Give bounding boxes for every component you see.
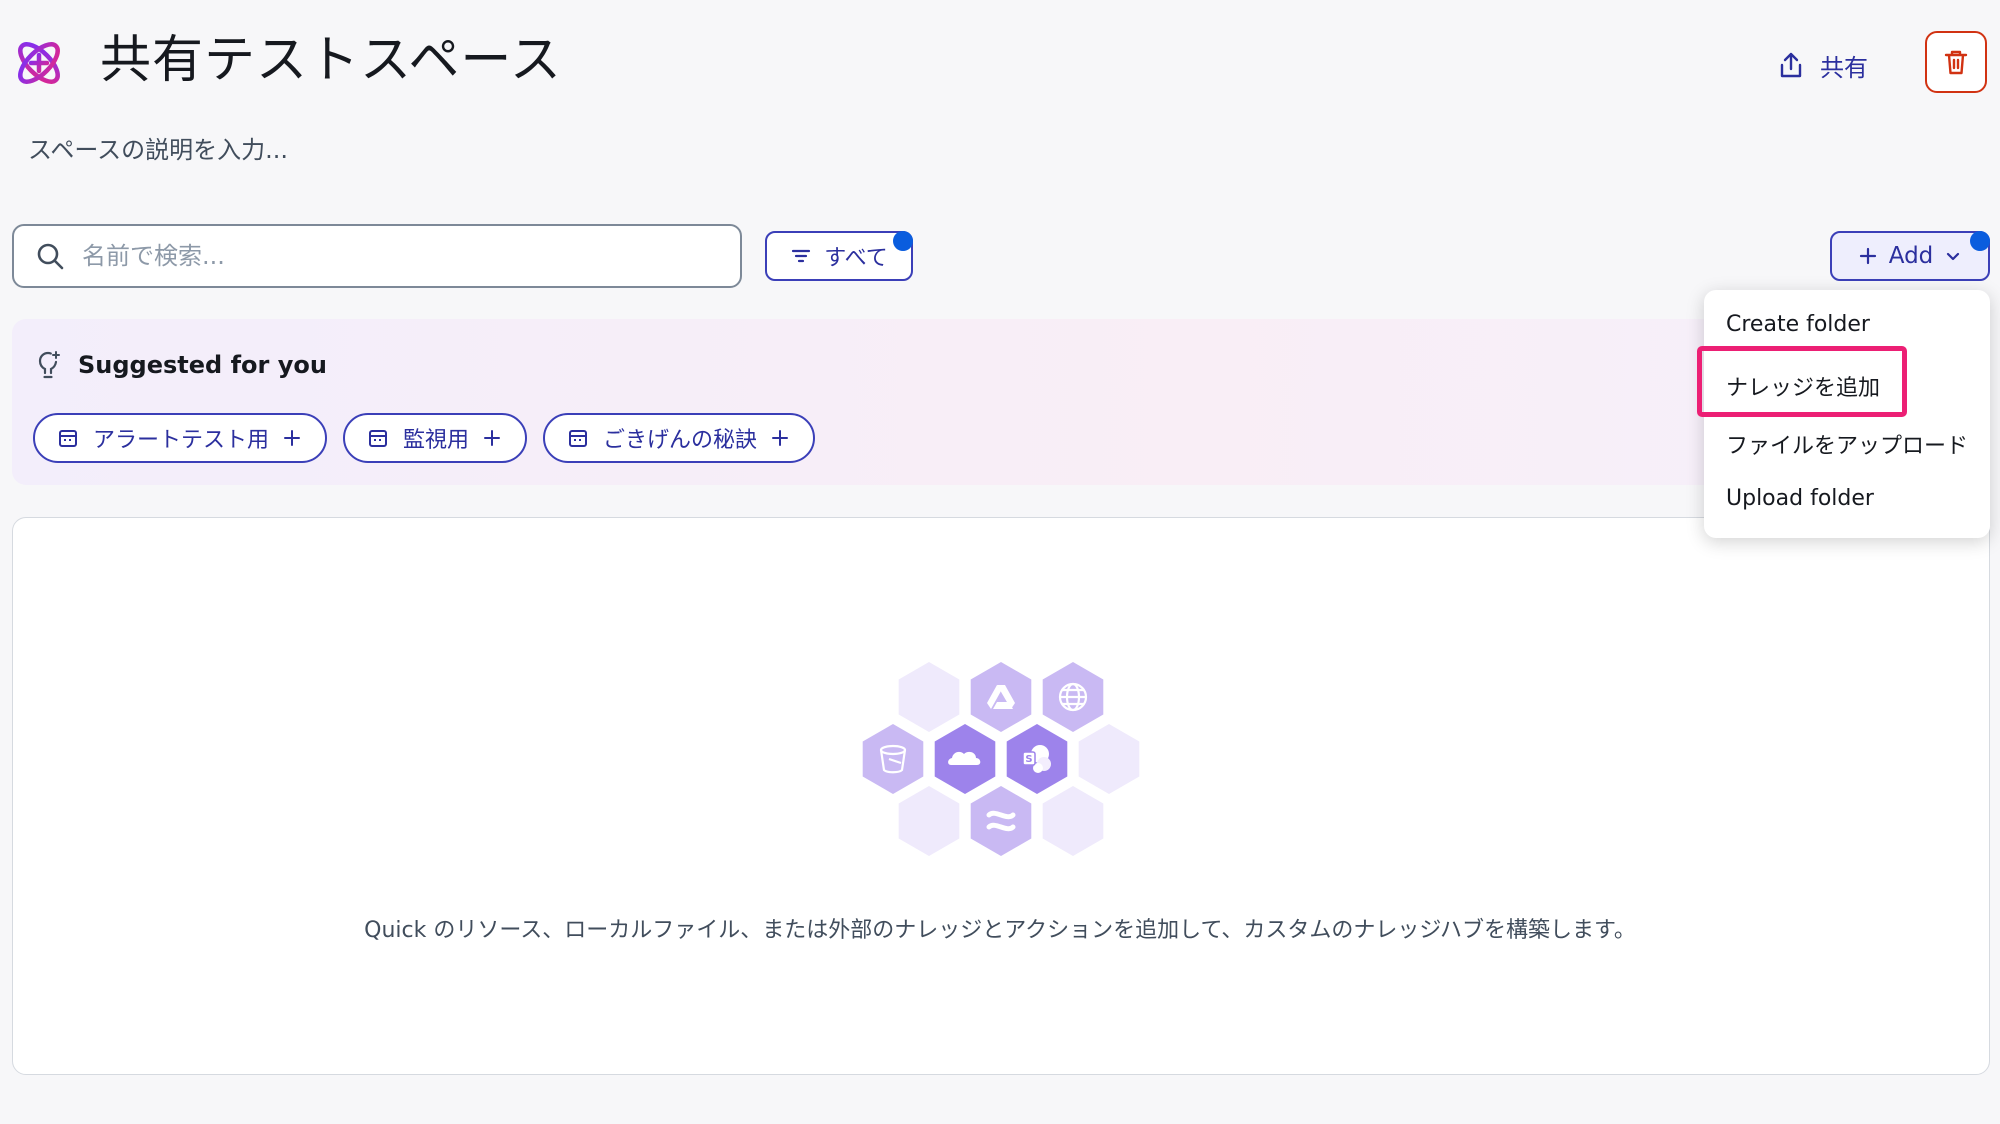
chip-label: 監視用: [403, 428, 470, 453]
chip-label: ごきげんの秘訣: [603, 428, 758, 453]
search-input[interactable]: [80, 241, 704, 271]
filter-button[interactable]: すべて: [765, 231, 913, 281]
calendar-icon: [369, 430, 388, 447]
integrations-illustration: S: [856, 657, 1146, 862]
share-button[interactable]: 共有: [1776, 40, 1868, 90]
filter-notification-dot: [893, 231, 913, 251]
add-label: Add: [1888, 243, 1934, 269]
highlight-box: [1697, 346, 1907, 417]
plus-icon: [484, 430, 501, 446]
menu-item-upload-folder[interactable]: Upload folder: [1726, 486, 1874, 511]
calendar-icon: [59, 430, 77, 447]
menu-item-upload-file[interactable]: ファイルをアップロード: [1726, 428, 1968, 460]
svg-text:S: S: [1025, 754, 1032, 765]
suggested-title: Suggested for you: [78, 351, 327, 379]
add-button[interactable]: Add: [1830, 231, 1990, 281]
chip-label: アラートテスト用: [93, 428, 270, 453]
suggested-chip[interactable]: アラートテスト用: [33, 413, 328, 463]
page-title: 共有テストスペース: [100, 31, 562, 90]
app-logo-icon: [12, 36, 66, 90]
delete-button[interactable]: [1925, 31, 1987, 93]
share-icon: [1780, 52, 1802, 78]
calendar-icon: [569, 430, 588, 447]
empty-state-message: Quick のリソース、ローカルファイル、または外部のナレッジとアクションを追加…: [364, 918, 1636, 943]
trash-icon: [1944, 50, 1968, 75]
add-notification-dot: [1970, 231, 1990, 251]
chevron-down-icon: [1947, 252, 1960, 261]
search-icon: [37, 243, 64, 270]
filter-icon: [792, 249, 811, 263]
share-label: 共有: [1820, 53, 1868, 82]
plus-icon: [284, 430, 301, 446]
suggested-section: Suggested for you アラートテスト用 監視用 ごきげんの秘訣: [12, 319, 1990, 485]
filter-label: すべて: [824, 246, 888, 271]
lightbulb-icon: [38, 351, 60, 379]
suggested-chip[interactable]: 監視用: [343, 413, 528, 463]
plus-icon: [1859, 247, 1876, 265]
search-box[interactable]: [12, 224, 742, 288]
space-description[interactable]: スペースの説明を入力...: [28, 130, 288, 165]
plus-icon: [772, 430, 789, 446]
suggested-chip[interactable]: ごきげんの秘訣: [543, 413, 816, 463]
menu-item-create-folder[interactable]: Create folder: [1726, 312, 1870, 337]
